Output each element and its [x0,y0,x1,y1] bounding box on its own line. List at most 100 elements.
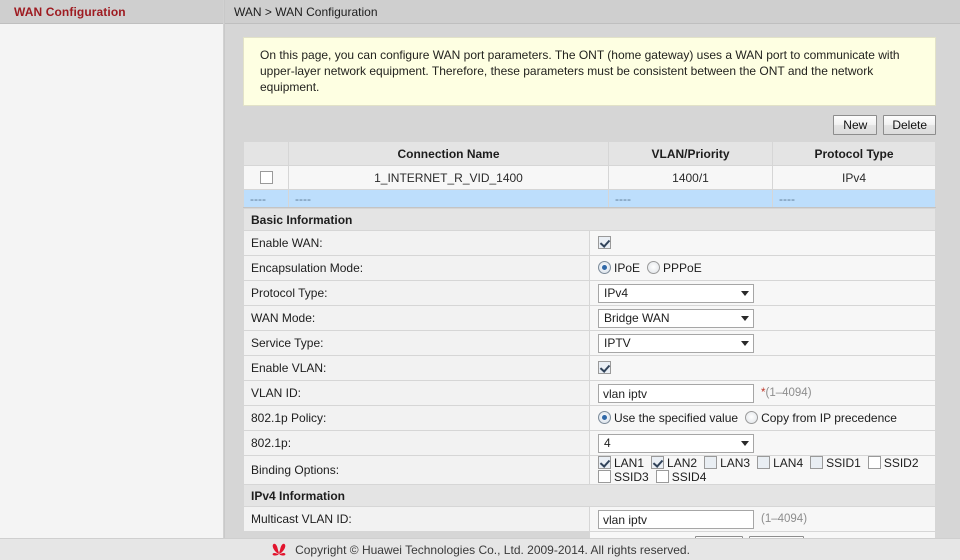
wan-mode-select[interactable]: Bridge WAN [598,309,754,328]
row-vlan-id: VLAN ID: vlan iptv*(1–4094) [244,381,936,406]
label-encapsulation-mode: Encapsulation Mode: [244,256,590,281]
placeholder-cell-name: ---- [289,190,609,208]
binding-ssid4-label[interactable]: SSID4 [672,470,707,484]
binding-lan2-label[interactable]: LAN2 [667,456,697,470]
footer: Copyright © Huawei Technologies Co., Ltd… [0,538,960,560]
row-select-cell[interactable] [244,166,289,190]
policy-copy-precedence-radio[interactable] [745,411,758,424]
binding-lan2-checkbox[interactable] [651,456,664,469]
cell-protocol-type: IPv4 [773,166,936,190]
delete-button[interactable]: Delete [883,115,936,135]
binding-ssid2-label[interactable]: SSID2 [884,456,919,470]
sidebar-item-wan-configuration[interactable]: WAN Configuration [14,5,126,19]
cell-connection-name: 1_INTERNET_R_VID_1400 [289,166,609,190]
main-area: WAN > WAN Configuration On this page, yo… [225,0,960,538]
multicast-vlan-id-input[interactable]: vlan iptv [598,510,754,529]
row-wan-mode: WAN Mode: Bridge WAN [244,306,936,331]
column-header-protocol-type: Protocol Type [773,142,936,166]
protocol-type-value: IPv4 [604,286,628,300]
policy-specified-value-label[interactable]: Use the specified value [614,411,738,425]
configuration-form: Basic Information Enable WAN: Encapsulat… [243,208,936,560]
cell-vlan-priority: 1400/1 [609,166,773,190]
encapsulation-ipoe-label[interactable]: IPoE [614,261,640,275]
field-8021p: 4 [590,431,936,456]
column-header-connection-name: Connection Name [289,142,609,166]
vlan-id-input[interactable]: vlan iptv [598,384,754,403]
label-enable-vlan: Enable VLAN: [244,356,590,381]
vlan-id-range: (1–4094) [765,387,811,399]
enable-wan-checkbox[interactable] [598,236,611,249]
field-encapsulation-mode: IPoE PPPoE [590,256,936,281]
column-header-vlan-priority: VLAN/Priority [609,142,773,166]
policy-specified-value-radio[interactable] [598,411,611,424]
binding-lan3-checkbox[interactable] [704,456,717,469]
label-8021p-policy: 802.1p Policy: [244,406,590,431]
row-8021p: 802.1p: 4 [244,431,936,456]
breadcrumb-text: WAN > WAN Configuration [234,5,378,19]
section-ipv4-information: IPv4 Information [244,485,936,507]
table-row-placeholder[interactable]: ---- ---- ---- ---- [244,190,936,208]
label-binding-options: Binding Options: [244,456,590,485]
row-protocol-type: Protocol Type: IPv4 [244,281,936,306]
encapsulation-ipoe-radio[interactable] [598,261,611,274]
chevron-down-icon [741,316,749,321]
info-notice-text: On this page, you can configure WAN port… [260,48,900,94]
binding-ssid1-label[interactable]: SSID1 [826,456,861,470]
new-button[interactable]: New [833,115,877,135]
connection-table: Connection Name VLAN/Priority Protocol T… [243,141,936,208]
label-enable-wan: Enable WAN: [244,231,590,256]
chevron-down-icon [741,341,749,346]
content-area: On this page, you can configure WAN port… [225,37,960,560]
field-binding-options: LAN1 LAN2 LAN3 LAN4 SSID1 SSID2 SSID3 SSID4 [590,456,936,485]
chevron-down-icon [741,291,749,296]
placeholder-cell-vlan: ---- [609,190,773,208]
field-multicast-vlan-id: vlan iptv(1–4094) [590,507,936,532]
row-service-type: Service Type: IPTV [244,331,936,356]
binding-lan1-label[interactable]: LAN1 [614,456,644,470]
sidebar-header: WAN Configuration [0,0,223,24]
chevron-down-icon [741,441,749,446]
column-header-select [244,142,289,166]
policy-copy-precedence-label[interactable]: Copy from IP precedence [761,411,897,425]
label-multicast-vlan-id: Multicast VLAN ID: [244,507,590,532]
sidebar: WAN Configuration [0,0,224,538]
table-header-row: Connection Name VLAN/Priority Protocol T… [244,142,936,166]
placeholder-cell-protocol: ---- [773,190,936,208]
service-type-select[interactable]: IPTV [598,334,754,353]
binding-lan1-checkbox[interactable] [598,456,611,469]
field-service-type: IPTV [590,331,936,356]
binding-ssid3-checkbox[interactable] [598,470,611,483]
protocol-type-select[interactable]: IPv4 [598,284,754,303]
binding-lan4-checkbox[interactable] [757,456,770,469]
footer-copyright: Copyright © Huawei Technologies Co., Ltd… [295,543,690,557]
row-enable-vlan: Enable VLAN: [244,356,936,381]
8021p-select[interactable]: 4 [598,434,754,453]
encapsulation-pppoe-radio[interactable] [647,261,660,274]
binding-lan4-label[interactable]: LAN4 [773,456,803,470]
binding-ssid1-checkbox[interactable] [810,456,823,469]
info-notice: On this page, you can configure WAN port… [243,37,936,106]
binding-ssid3-label[interactable]: SSID3 [614,470,649,484]
binding-ssid4-checkbox[interactable] [656,470,669,483]
label-service-type: Service Type: [244,331,590,356]
service-type-value: IPTV [604,336,631,350]
label-wan-mode: WAN Mode: [244,306,590,331]
binding-lan3-label[interactable]: LAN3 [720,456,750,470]
page-root: WAN Configuration WAN > WAN Configuratio… [0,0,960,560]
label-vlan-id: VLAN ID: [244,381,590,406]
placeholder-cell-select: ---- [244,190,289,208]
field-protocol-type: IPv4 [590,281,936,306]
row-encapsulation-mode: Encapsulation Mode: IPoE PPPoE [244,256,936,281]
row-select-checkbox[interactable] [260,171,273,184]
row-8021p-policy: 802.1p Policy: Use the specified value Co… [244,406,936,431]
field-enable-wan [590,231,936,256]
binding-ssid2-checkbox[interactable] [868,456,881,469]
row-enable-wan: Enable WAN: [244,231,936,256]
sidebar-menu-body [0,24,223,560]
wan-mode-value: Bridge WAN [604,311,670,325]
enable-vlan-checkbox[interactable] [598,361,611,374]
section-basic-information: Basic Information [244,209,936,231]
field-wan-mode: Bridge WAN [590,306,936,331]
table-row[interactable]: 1_INTERNET_R_VID_1400 1400/1 IPv4 [244,166,936,190]
encapsulation-pppoe-label[interactable]: PPPoE [663,261,702,275]
